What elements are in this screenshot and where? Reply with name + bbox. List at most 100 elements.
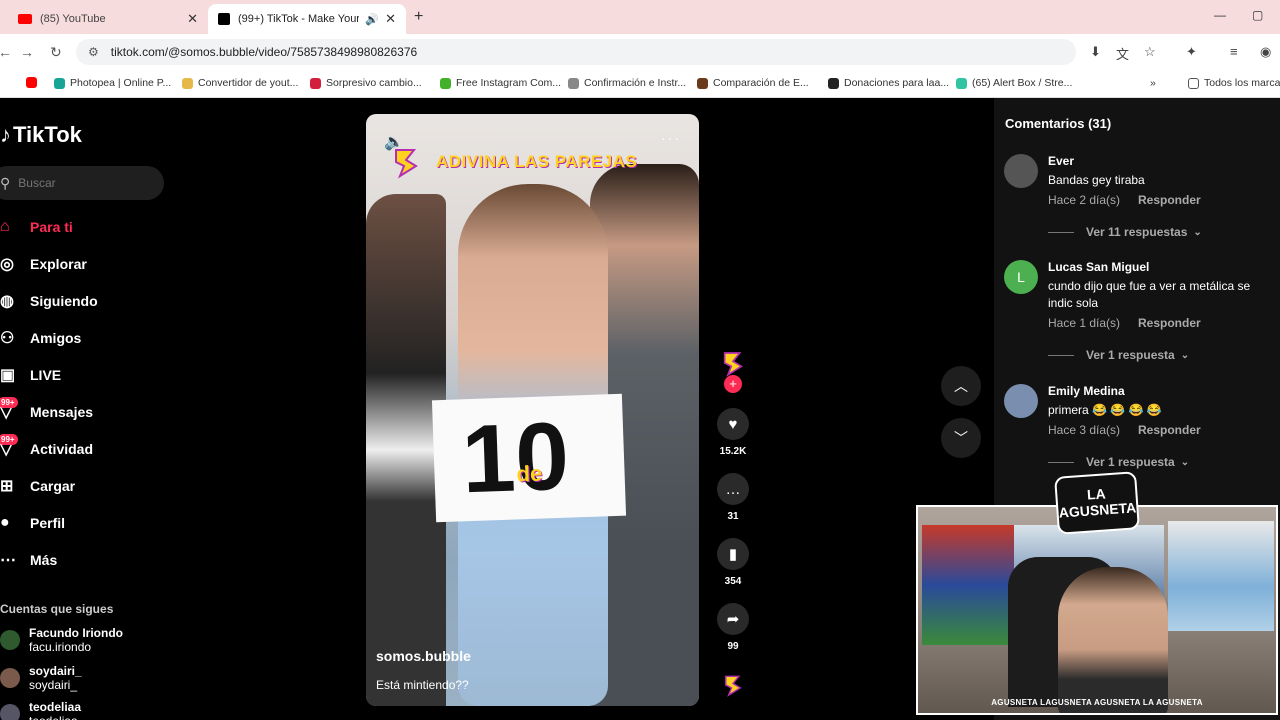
like-button[interactable]: ♥ 15.2K [712,408,754,457]
bookmark-item[interactable]: (65) Alert Box / Stre... [956,77,1072,89]
nav-actividad[interactable]: ▽ Actividad 99+ [0,430,200,467]
nav-perfil[interactable]: ● Perfil [0,504,200,541]
bookmark-folder[interactable]: Todos los marca [1188,77,1280,89]
avatar[interactable] [1004,154,1038,188]
tab-youtube[interactable]: (85) YouTube ✕ [8,4,208,34]
video-title-overlay: ADIVINA LAS PAREJAS [436,152,638,171]
video-player[interactable]: 🔈 ··· ADIVINA LAS PAREJAS 10 de somos.bu… [366,114,699,706]
close-icon[interactable]: ✕ [385,11,396,27]
reply-button[interactable]: Responder [1138,193,1201,207]
profile-icon[interactable]: ◉ [1260,44,1271,60]
like-count: 15.2K [719,446,747,457]
reload-icon[interactable]: ↻ [50,44,62,61]
bookmark-item[interactable]: Photopea | Online P... [54,77,171,89]
close-icon[interactable]: ✕ [187,11,198,27]
tiktok-icon: ♪ [0,122,11,147]
tab-tiktok[interactable]: (99+) TikTok - Make Your Da 🔊 ✕ [208,4,406,34]
nav-cargar[interactable]: ⊞ Cargar [0,467,200,504]
bookmark-item[interactable]: Convertidor de yout... [182,77,298,89]
extensions-icon[interactable]: ✦ [1186,44,1197,60]
view-replies-button[interactable]: Ver 1 respuesta ⌄ [1048,455,1189,469]
following-item[interactable]: Facundo Iriondo facu.iriondo [0,626,200,654]
install-icon[interactable]: ⬇ [1090,44,1101,60]
sign-word: de [516,460,543,487]
nav-label: Siguiendo [30,292,98,309]
bookmark-item[interactable]: Sorpresivo cambio... [310,77,422,89]
live-icon: ▣ [0,366,16,384]
nav-live[interactable]: ▣ LIVE [0,356,200,393]
chevron-down-icon: ⌄ [1180,456,1190,468]
translate-icon[interactable]: 文 [1116,44,1129,63]
minimize-button[interactable]: — [1214,8,1226,22]
site-settings-icon[interactable]: ⚙ [88,45,99,59]
view-replies-button[interactable]: Ver 11 respuestas ⌄ [1048,225,1202,239]
following-name: Facundo Iriondo [29,626,123,640]
following-icon: ◍ [0,292,14,310]
next-video-button[interactable]: ﹀ [941,418,981,458]
comment-time: Hace 1 día(s) [1048,316,1121,330]
nav-explorar[interactable]: ◎ Explorar [0,245,200,282]
more-options-icon[interactable]: ··· [661,130,681,146]
nav-mensajes[interactable]: ▽ Mensajes 99+ [0,393,200,430]
back-icon[interactable]: ← [0,44,12,60]
chevron-down-icon: ⌄ [1193,226,1202,238]
url-field[interactable]: ⚙ tiktok.com/@somos.bubble/video/7585738… [76,39,1076,65]
nav-siguiendo[interactable]: ◍ Siguiendo [0,282,200,319]
bookmark-label: Todos los marca [1204,77,1280,89]
reply-button[interactable]: Responder [1138,316,1201,330]
search-box[interactable]: ⚲ [0,166,164,200]
more-icon: ⋯ [0,551,16,569]
bookmark-item[interactable]: Donaciones para laa... [828,77,949,89]
folder-icon [182,77,193,89]
bookmark-label: (65) Alert Box / Stre... [972,77,1073,89]
avatar[interactable] [1004,384,1038,418]
media-icon[interactable]: ≡ [1230,44,1238,59]
share-button[interactable]: ➦ 99 [712,603,754,652]
brand-name: TikTok [13,122,82,147]
star-icon[interactable]: ☆ [1144,44,1156,60]
comment-author[interactable]: Lucas San Miguel [1048,260,1149,274]
comment-count: 31 [727,511,739,522]
previous-video-button[interactable]: ︿ [941,366,981,406]
browser-tab-bar: (85) YouTube ✕ (99+) TikTok - Make Your … [0,0,1280,34]
view-replies-button[interactable]: Ver 1 respuesta ⌄ [1048,348,1189,362]
bookmark-item[interactable]: Free Instagram Com... [440,77,561,89]
video-username[interactable]: somos.bubble [376,648,471,664]
search-input[interactable] [18,176,139,190]
comment-author[interactable]: Ever [1048,154,1074,168]
nav-label: Explorar [30,255,87,272]
bookmarks-overflow-icon[interactable]: » [1150,77,1156,89]
nav-label: Actividad [30,440,94,457]
bubble-logo-icon [723,352,743,377]
bookmark-youtube[interactable] [26,77,42,88]
home-icon: ⌂ [0,217,10,235]
save-button[interactable]: ▮ 354 [712,538,754,587]
tab-title: (99+) TikTok - Make Your Da [238,13,360,25]
bubble-logo-icon [395,149,418,179]
follow-button[interactable]: + [724,375,742,393]
nav-mas[interactable]: ⋯ Más [0,541,200,578]
sound-avatar[interactable] [712,672,754,703]
youtube-icon [26,77,37,88]
avatar[interactable]: L [1004,260,1038,294]
bookmark-label: Photopea | Online P... [70,77,172,89]
bookmark-item[interactable]: Comparación de E... [697,77,809,89]
bookmark-item[interactable]: Confirmación e Instr... [568,77,686,89]
following-item[interactable]: soydairi_ soydairi_ [0,664,200,692]
bookmarks-bar: Photopea | Online P... Convertidor de yo… [0,70,1280,98]
maximize-button[interactable]: ▢ [1252,8,1263,22]
new-tab-button[interactable]: + [414,8,423,26]
avatar [0,668,20,688]
nav-para-ti[interactable]: ⌂ Para ti [0,208,200,245]
comment-author[interactable]: Emily Medina [1048,384,1125,398]
bookmark-label: Comparación de E... [713,77,809,89]
following-item[interactable]: teodeliaateodeliaa [0,700,200,720]
reply-button[interactable]: Responder [1138,423,1201,437]
comment-text: Bandas gey tiraba [1048,173,1145,187]
speaker-icon[interactable]: 🔊 [365,13,379,26]
comment-button[interactable]: … 31 [712,473,754,522]
comment-text: primera 😂 😂 😂 😂 [1048,403,1162,417]
tiktok-logo[interactable]: ♪ TikTok [0,122,82,148]
forward-icon[interactable]: → [20,44,34,60]
nav-amigos[interactable]: ⚇ Amigos [0,319,200,356]
